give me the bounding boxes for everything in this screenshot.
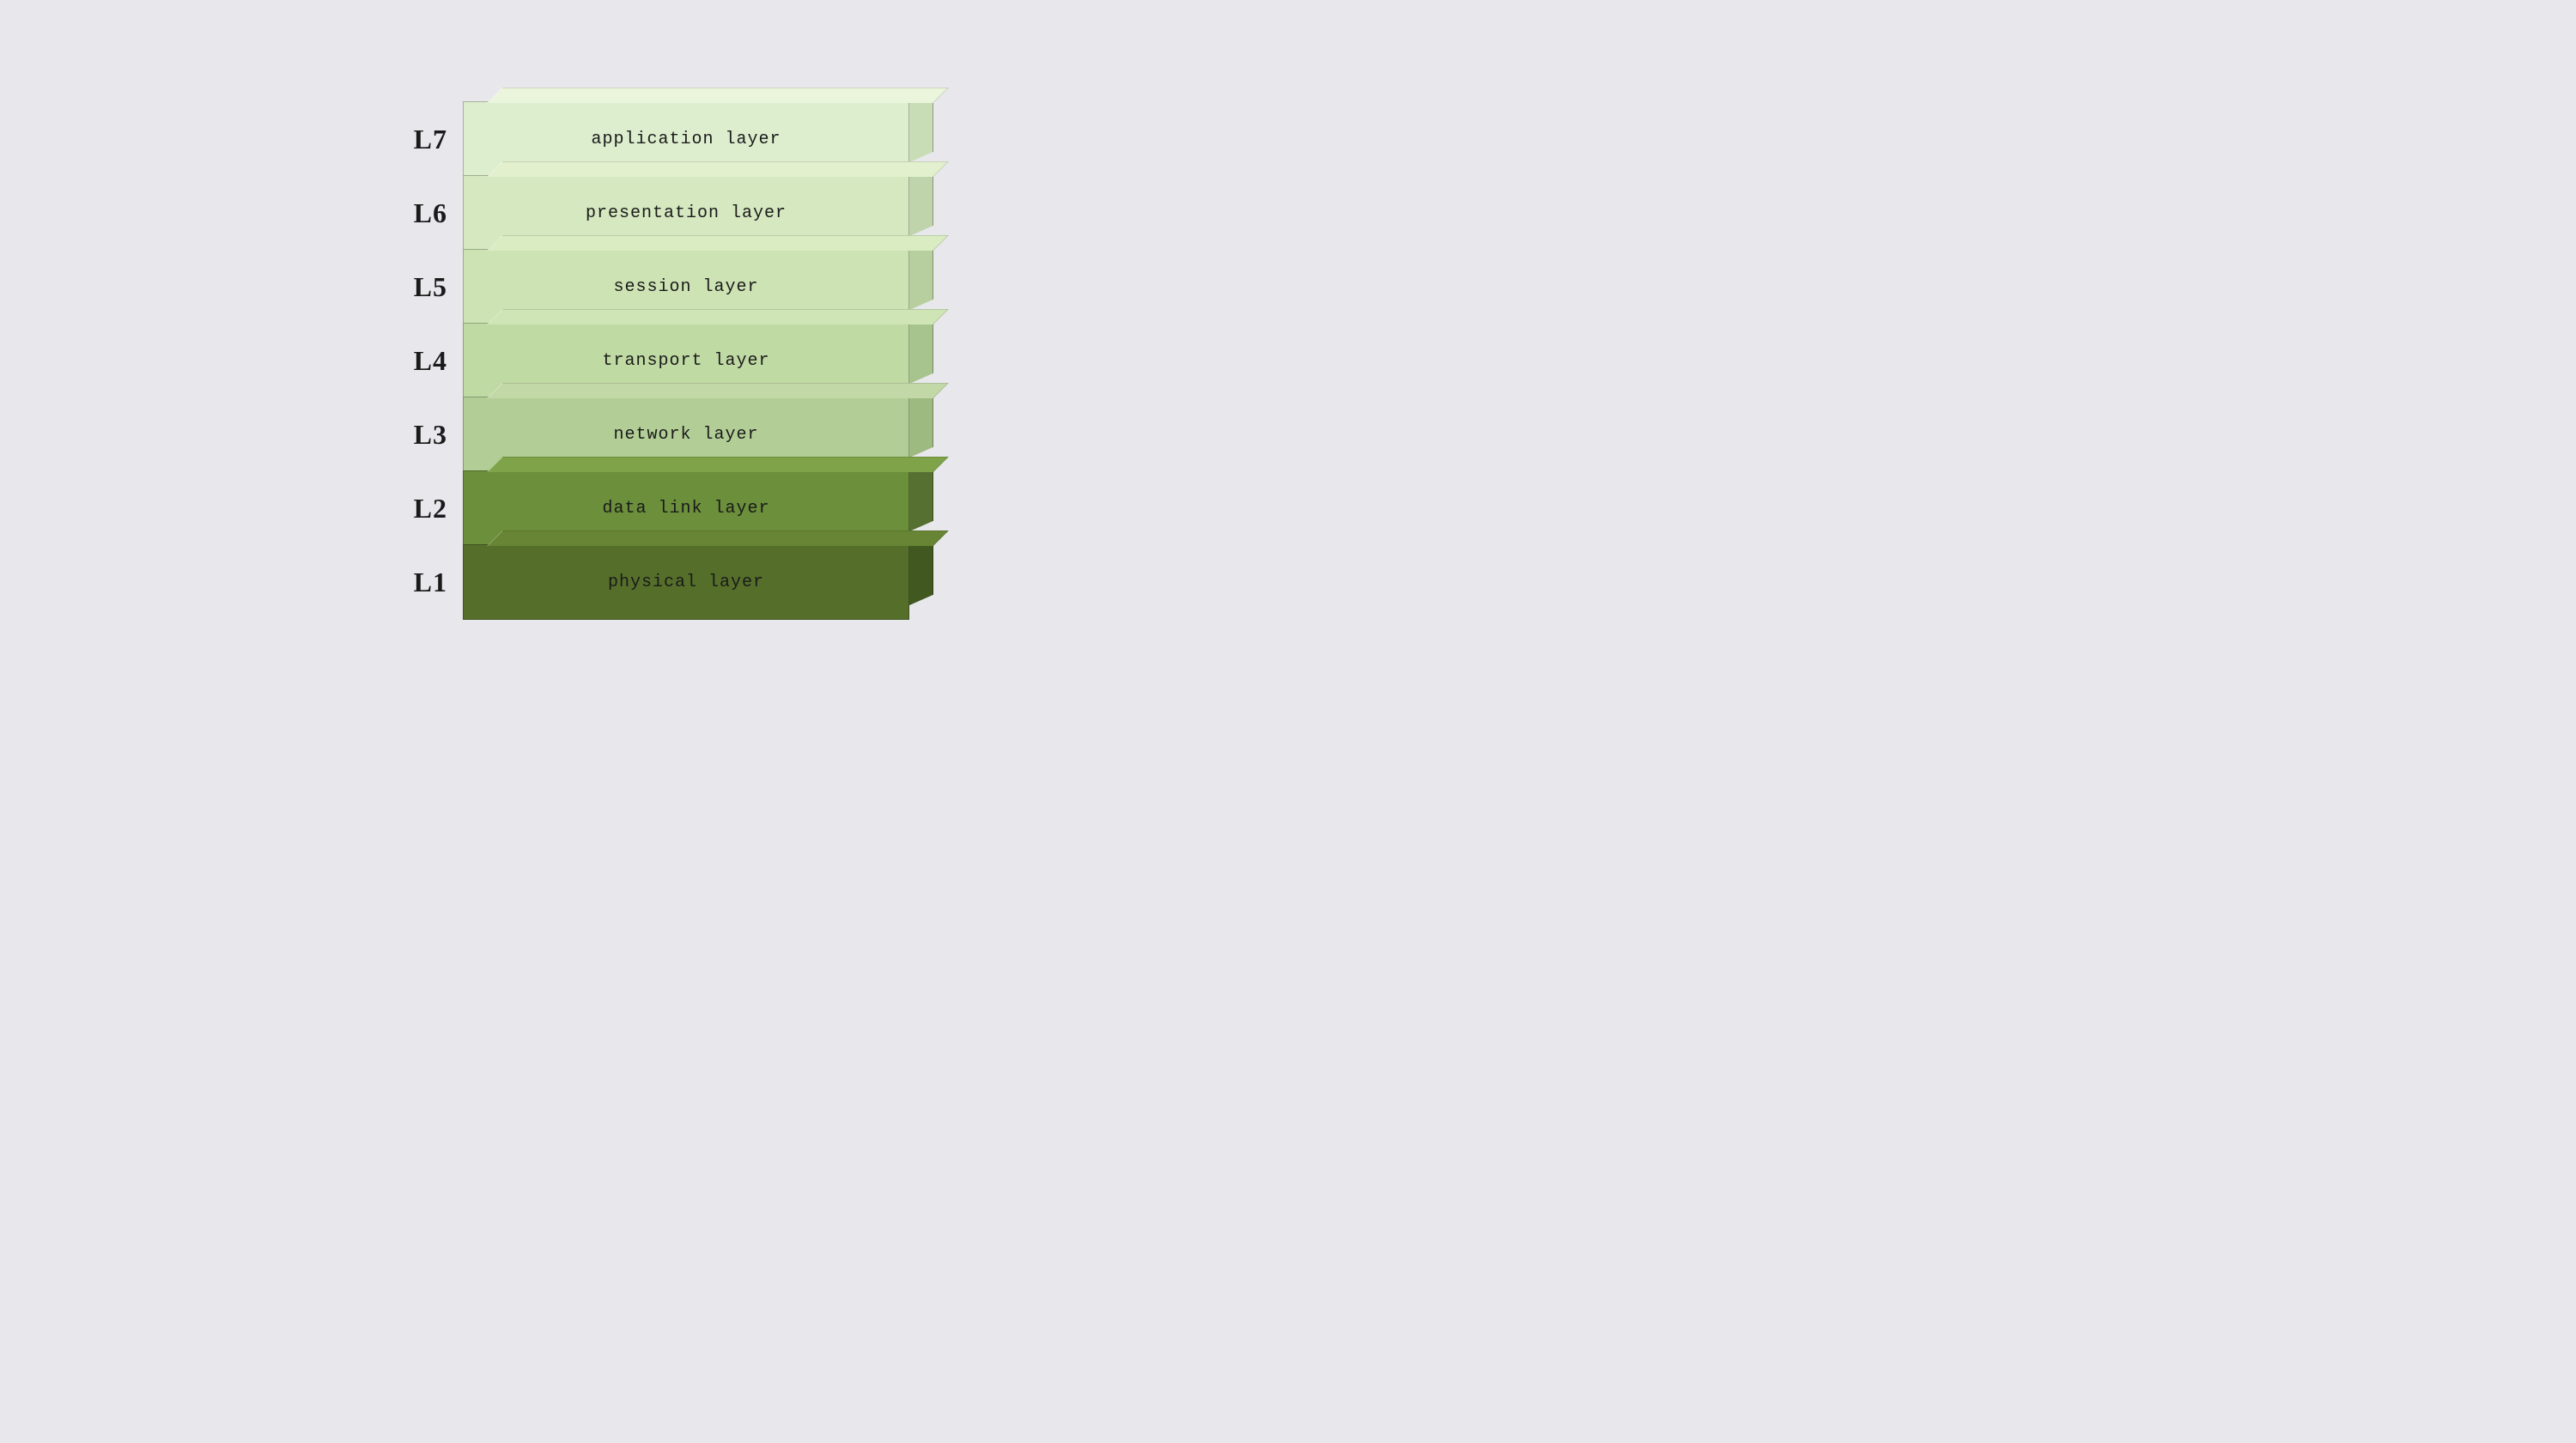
layer-box-l1: physical layer [463,544,909,620]
box-top-face [487,383,949,398]
layer-label-l2: L2 [379,493,447,524]
layer-name-text: data link layer [602,499,769,518]
layer-label-l4: L4 [379,345,447,377]
layer-name-text: network layer [613,425,758,445]
layer-label-l6: L6 [379,197,447,229]
box-top-face [487,161,949,177]
layer-name-text: application layer [591,130,781,149]
box-top-face [487,235,949,251]
layer-row-l1: L1 physical layer [379,544,909,620]
layer-label-l5: L5 [379,271,447,303]
layer-name-text: presentation layer [586,203,787,223]
layer-name-text: transport layer [602,351,769,371]
layer-name-text: physical layer [608,573,764,592]
layer-label-l1: L1 [379,567,447,598]
layer-label-l7: L7 [379,124,447,155]
layer-label-l3: L3 [379,419,447,451]
box-top-face [487,457,949,472]
box-top-face [487,531,949,546]
osi-model-diagram: L7 application layer L6 presentation lay… [379,101,909,620]
box-top-face [487,88,949,103]
layer-name-text: session layer [613,277,758,297]
box-front-face: physical layer [463,544,909,620]
box-top-face [487,309,949,324]
